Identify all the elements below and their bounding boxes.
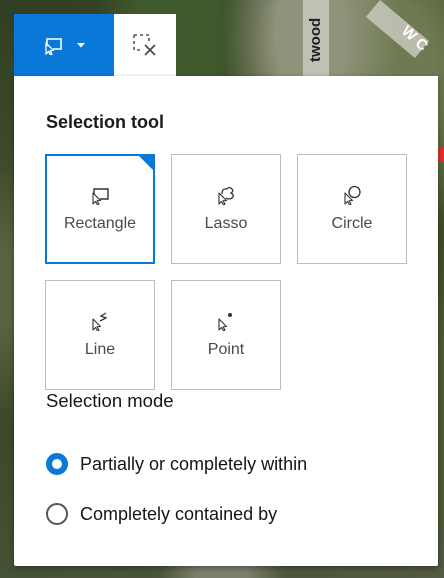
rectangle-select-icon xyxy=(42,35,64,55)
mode-option-partially-within[interactable]: Partially or completely within xyxy=(46,453,307,475)
map-road-label: twood xyxy=(307,17,324,63)
circle-select-icon xyxy=(341,185,363,205)
radio-button[interactable] xyxy=(46,503,68,525)
tool-rectangle[interactable]: Rectangle xyxy=(45,154,155,264)
mode-option-label: Completely contained by xyxy=(80,503,278,524)
selected-corner-indicator xyxy=(138,155,154,171)
tool-label: Lasso xyxy=(204,215,248,232)
selection-panel: Selection tool Rectangle Lasso Circle Li… xyxy=(14,76,438,566)
tool-lasso[interactable]: Lasso xyxy=(171,154,281,264)
point-select-icon xyxy=(215,311,237,331)
tool-line[interactable]: Line xyxy=(45,280,155,390)
mode-option-completely-contained[interactable]: Completely contained by xyxy=(46,503,277,525)
clear-selection-icon xyxy=(131,32,159,58)
tool-label: Line xyxy=(84,341,116,358)
tool-label: Circle xyxy=(331,215,373,232)
mode-option-label: Partially or completely within xyxy=(80,453,308,474)
selection-mode-heading: Selection mode xyxy=(46,390,174,411)
clear-selection-button[interactable] xyxy=(114,14,176,76)
tool-point[interactable]: Point xyxy=(171,280,281,390)
selection-toolbar xyxy=(14,14,176,76)
rectangle-select-icon xyxy=(89,185,111,205)
line-select-icon xyxy=(89,311,111,331)
tool-circle[interactable]: Circle xyxy=(297,154,407,264)
radio-button-checked[interactable] xyxy=(46,453,68,475)
selection-tool-heading: Selection tool xyxy=(46,112,165,132)
selection-tool-button[interactable] xyxy=(14,14,114,76)
map-feature-marker xyxy=(437,148,444,162)
tool-label: Point xyxy=(207,341,245,358)
lasso-select-icon xyxy=(215,185,237,205)
chevron-down-icon[interactable] xyxy=(76,41,86,49)
tool-label: Rectangle xyxy=(63,215,137,232)
